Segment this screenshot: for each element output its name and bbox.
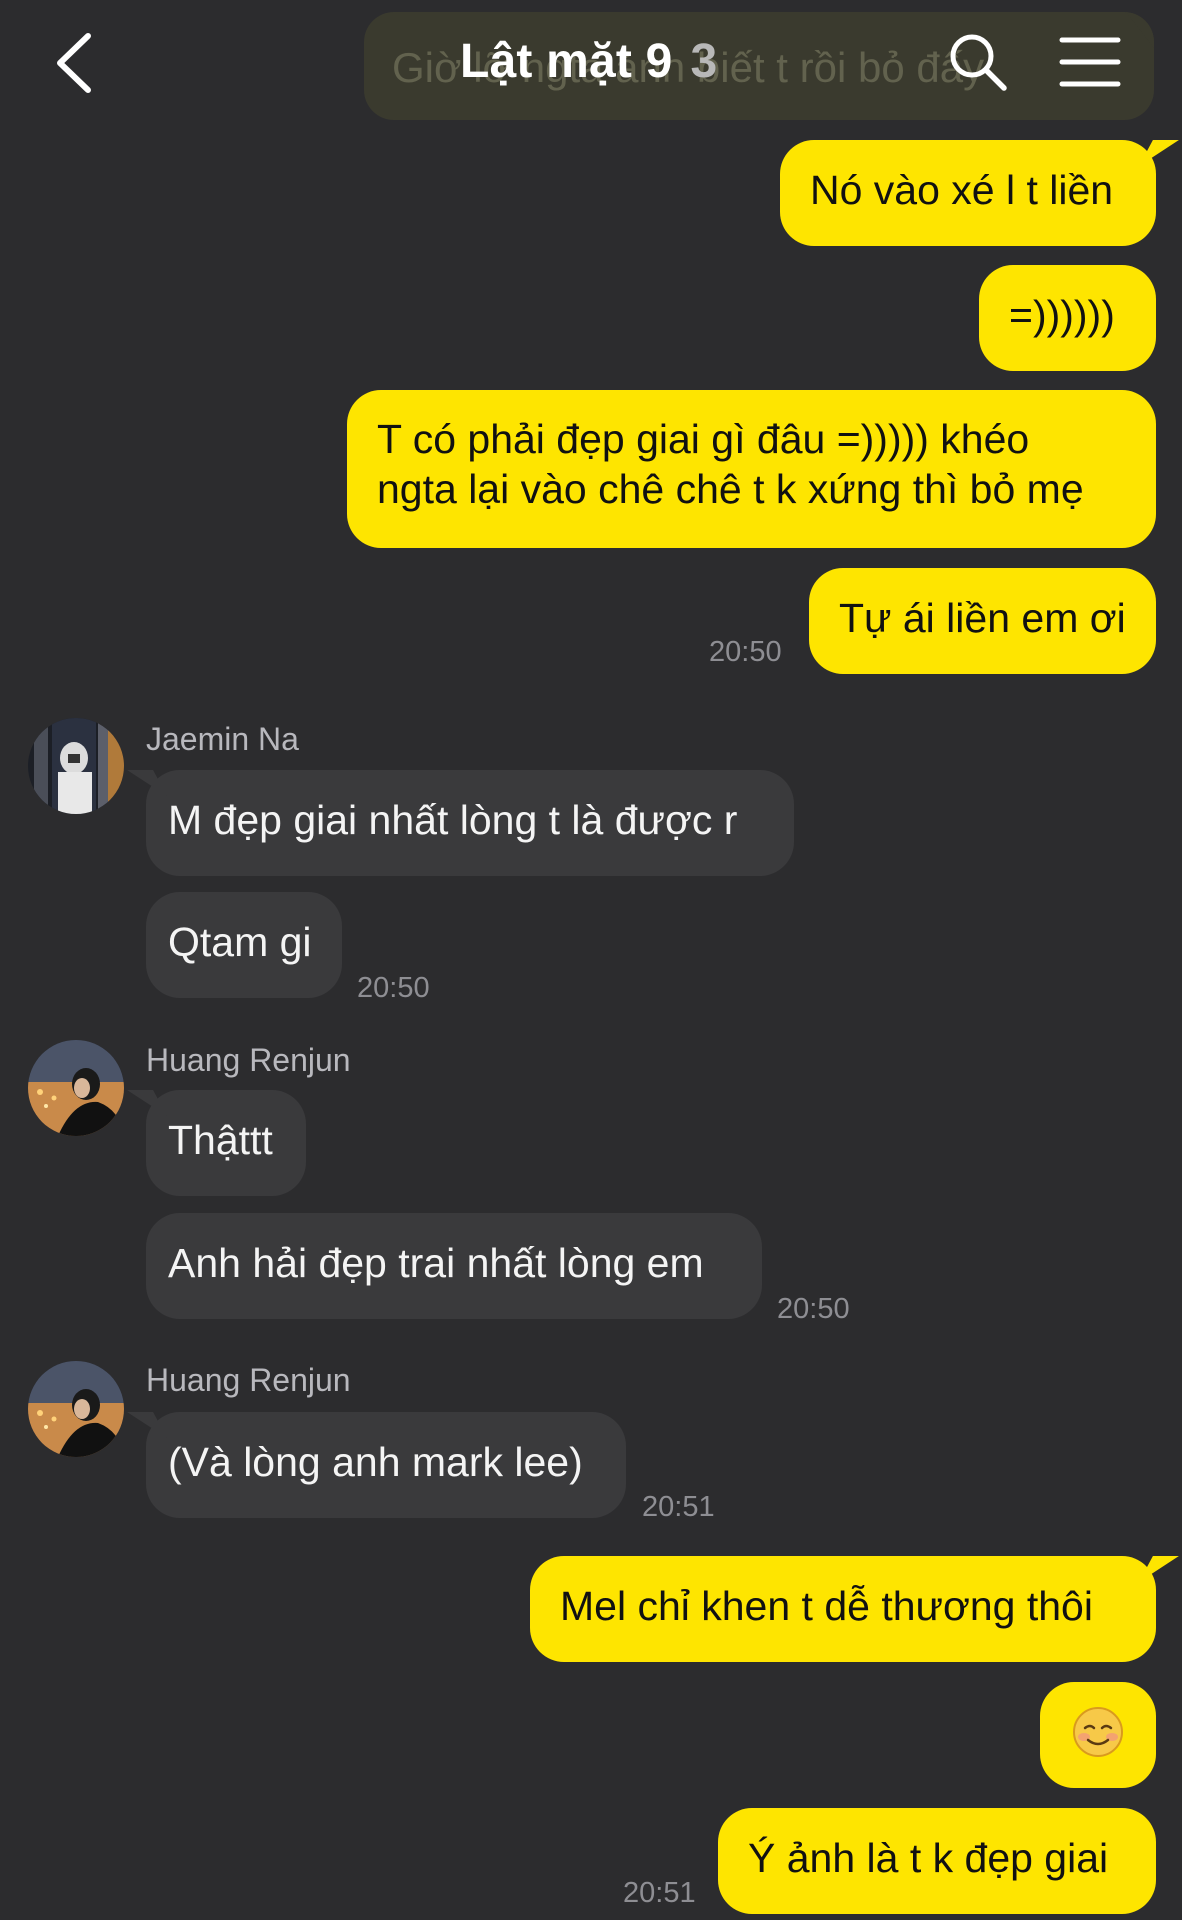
member-count: 3: [690, 35, 718, 88]
incoming-message[interactable]: Thậttt: [127, 1090, 306, 1196]
incoming-message[interactable]: Anh hải đẹp trai nhất lòng em: [146, 1213, 762, 1319]
outgoing-emoji-message[interactable]: [1040, 1682, 1156, 1788]
message-timestamp: 20:50: [357, 972, 430, 1004]
message-timestamp: 20:50: [777, 1293, 850, 1325]
outgoing-message[interactable]: =)))))): [979, 265, 1156, 371]
message-text: Qtam gi: [168, 919, 312, 965]
message-text: Nó vào xé l t liền: [810, 167, 1114, 213]
incoming-message[interactable]: Qtam gi: [146, 892, 342, 998]
search-icon[interactable]: [946, 30, 1010, 94]
outgoing-message[interactable]: T có phải đẹp giai gì đâu =))))) khéo ng…: [347, 390, 1156, 548]
message-text: (Và lòng anh mark lee): [168, 1439, 583, 1485]
message-text: Thậttt: [168, 1117, 273, 1163]
message-text: Anh hải đẹp trai nhất lòng em: [168, 1240, 704, 1286]
outgoing-message[interactable]: Mel chỉ khen t dễ thương thôi: [530, 1556, 1179, 1662]
avatar-jaemin-na[interactable]: [28, 718, 124, 814]
pinned-bubble-tail: [1126, 12, 1154, 48]
chat-title: Lật mặt 9: [460, 35, 673, 88]
message-text: =)))))): [1009, 292, 1115, 338]
message-text: Ý ảnh là t k đẹp giai: [748, 1835, 1109, 1881]
message-text-line: T có phải đẹp giai gì đâu =))))) khéo: [377, 416, 1030, 462]
sender-name: Huang Renjun: [146, 1042, 351, 1078]
message-timestamp: 20:51: [642, 1491, 715, 1523]
hamburger-menu-icon[interactable]: [1058, 34, 1122, 90]
bubble-tail: [127, 1090, 167, 1116]
sender-name: Huang Renjun: [146, 1362, 351, 1398]
outgoing-message[interactable]: Ý ảnh là t k đẹp giai: [718, 1808, 1156, 1914]
outgoing-message[interactable]: Tự ái liền em ơi: [809, 568, 1156, 674]
incoming-message[interactable]: M đẹp giai nhất lòng t là được r: [127, 770, 794, 876]
smiling-face-icon: [1072, 1706, 1124, 1758]
chat-header: Giờ lỡ ngta ảnh biết t rồi bỏ đấy Lật mặ…: [0, 0, 1182, 128]
sender-name: Jaemin Na: [146, 721, 299, 757]
back-chevron-icon[interactable]: [48, 28, 104, 98]
message-text: Tự ái liền em ơi: [839, 595, 1126, 641]
message-text-line: ngta lại vào chê chê t k xứng thì bỏ mẹ: [377, 466, 1084, 512]
message-text: Mel chỉ khen t dễ thương thôi: [560, 1583, 1093, 1629]
avatar-huang-renjun[interactable]: [28, 1361, 124, 1457]
message-timestamp: 20:50: [709, 636, 782, 668]
bubble-tail: [1139, 1556, 1179, 1582]
message-timestamp: 20:51: [623, 1877, 696, 1909]
bubble-tail: [1139, 140, 1179, 166]
bubble-tail: [127, 1412, 167, 1438]
avatar-huang-renjun[interactable]: [28, 1040, 124, 1136]
message-text: M đẹp giai nhất lòng t là được r: [168, 797, 738, 843]
chat-title-group[interactable]: Lật mặt 9 3: [460, 34, 717, 94]
bubble-tail: [127, 770, 167, 796]
incoming-message[interactable]: (Và lòng anh mark lee): [127, 1412, 626, 1518]
outgoing-message[interactable]: Nó vào xé l t liền: [780, 140, 1179, 246]
